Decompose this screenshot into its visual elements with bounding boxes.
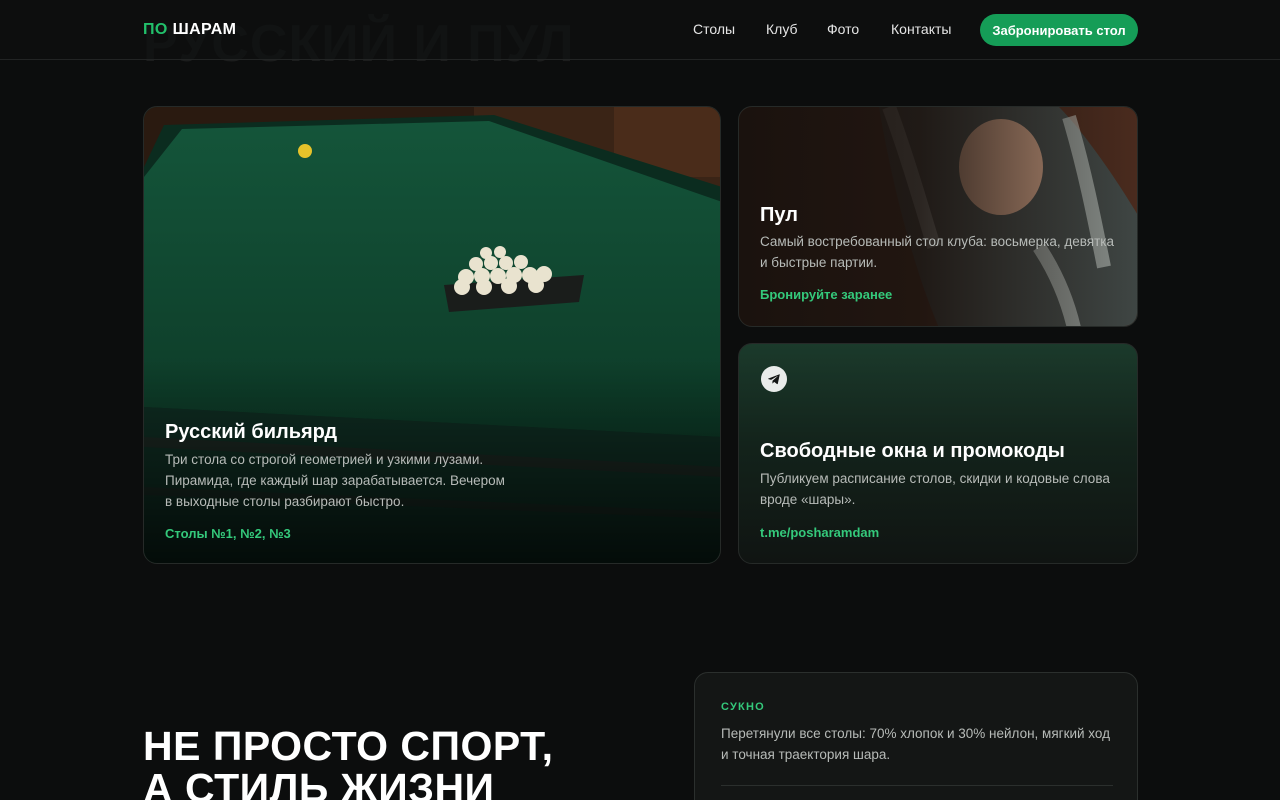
- book-table-button[interactable]: Забронировать стол: [980, 14, 1138, 46]
- info-text: Перетянули все столы: 70% хлопок и 30% н…: [721, 726, 1110, 762]
- hero-heading: НЕ ПРОСТО СПОРТ, А СТИЛЬ ЖИЗНИ: [143, 725, 554, 800]
- logo-text: ШАРАМ: [172, 21, 237, 38]
- logo[interactable]: ПО ШАРАМ: [143, 21, 236, 39]
- info-card-cloth: СУКНО Перетянули все столы: 70% хлопок и…: [694, 672, 1138, 800]
- card-description: Самый востребованный стол клуба: восьмер…: [760, 234, 1115, 270]
- divider: [721, 785, 1113, 786]
- card-description: Три стола со строгой геометрией и узкими…: [165, 452, 505, 509]
- hero-line-2: А СТИЛЬ ЖИЗНИ: [143, 765, 495, 800]
- card-title: Пул: [760, 204, 798, 226]
- book-early-link[interactable]: Бронируйте заранее: [760, 287, 892, 302]
- card-telegram[interactable]: Свободные окна и промокоды Публикуем рас…: [738, 343, 1138, 564]
- hero-line-1: НЕ ПРОСТО СПОРТ,: [143, 723, 554, 769]
- card-pool[interactable]: Пул Самый востребованный стол клуба: вос…: [738, 106, 1138, 327]
- nav-link-tables[interactable]: Столы: [693, 21, 735, 37]
- nav-link-club[interactable]: Клуб: [766, 21, 798, 37]
- card-description: Публикуем расписание столов, скидки и ко…: [760, 471, 1110, 507]
- site-header: ПО ШАРАМ Столы Клуб Фото Контакты Заброн…: [0, 0, 1280, 60]
- telegram-link[interactable]: t.me/posharamdam: [760, 525, 879, 540]
- telegram-icon: [761, 366, 787, 392]
- tables-link[interactable]: Столы №1, №2, №3: [165, 526, 291, 541]
- nav-link-photo[interactable]: Фото: [827, 21, 859, 37]
- logo-accent: ПО: [143, 21, 168, 38]
- card-title: Свободные окна и промокоды: [760, 440, 1065, 462]
- card-title: Русский бильярд: [165, 421, 338, 443]
- card-russian-billiards[interactable]: Русский бильярд Три стола со строгой гео…: [143, 106, 721, 564]
- nav-link-contacts[interactable]: Контакты: [891, 21, 951, 37]
- info-tag: СУКНО: [721, 701, 765, 713]
